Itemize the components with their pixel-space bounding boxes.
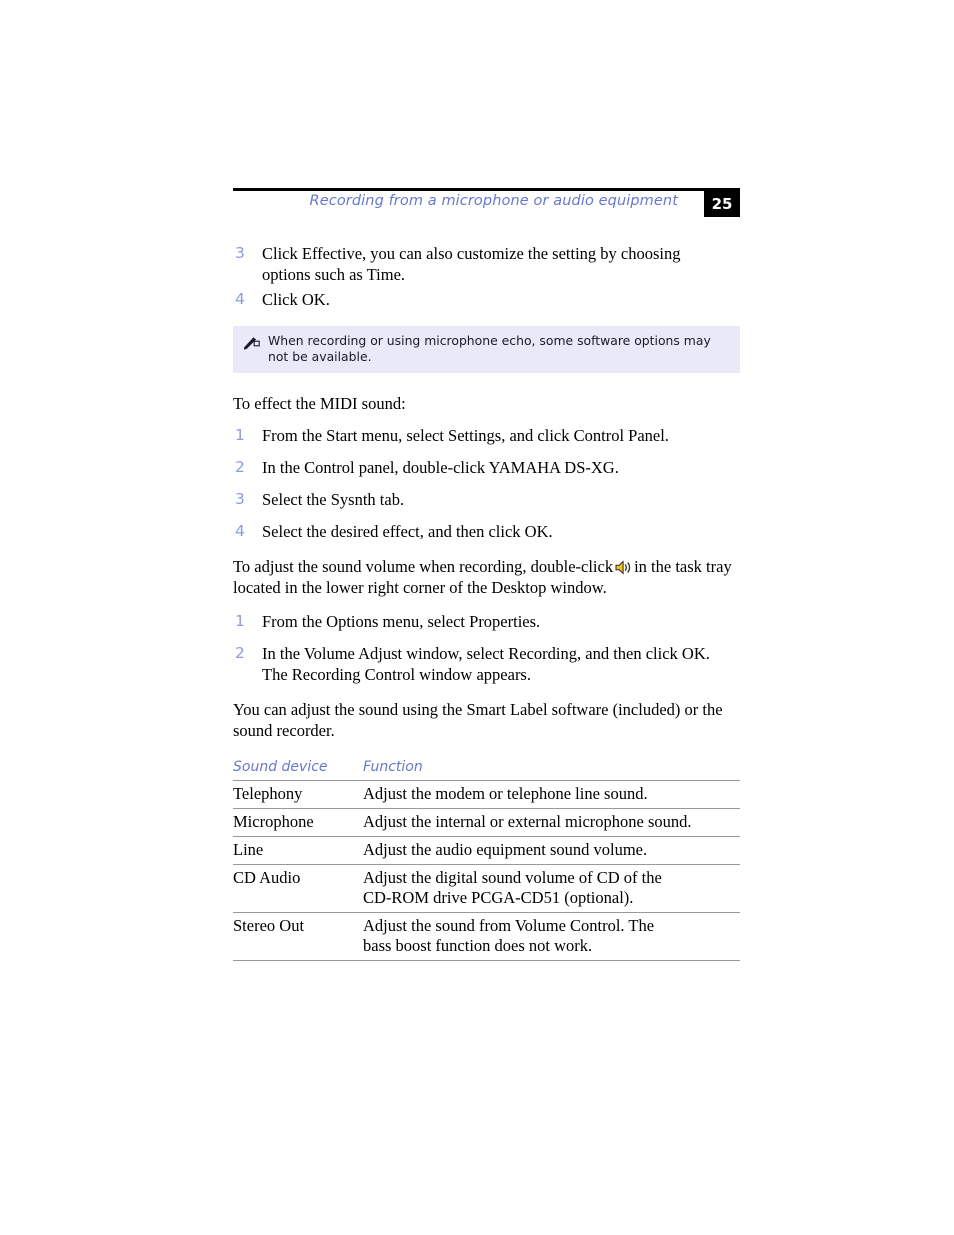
list-item: 3 Select the Sysnth tab. [233, 489, 740, 510]
step-text: From the Options menu, select Properties… [262, 612, 541, 631]
step-number: 4 [235, 522, 245, 540]
list-item: 4 Select the desired effect, and then cl… [233, 521, 740, 542]
list-item: 1 From the Options menu, select Properti… [233, 611, 740, 632]
step-number: 2 [235, 644, 245, 662]
document-page: Recording from a microphone or audio equ… [0, 0, 954, 1235]
cell-function: Adjust the internal or external micropho… [363, 808, 740, 837]
midi-steps: 1 From the Start menu, select Settings, … [233, 425, 740, 542]
cell-function: Adjust the modem or telephone line sound… [363, 780, 740, 809]
volume-intro-text-before: To adjust the sound volume when recordin… [233, 557, 614, 576]
table-row: Telephony Adjust the modem or telephone … [233, 780, 740, 809]
list-item: 2 In the Control panel, double-click YAM… [233, 457, 740, 478]
step-number: 2 [235, 458, 245, 476]
cell-function: Adjust the audio equipment sound volume. [363, 836, 740, 865]
cell-device: CD Audio [233, 864, 363, 913]
running-header: Recording from a microphone or audio equ… [233, 188, 740, 222]
table-row: Line Adjust the audio equipment sound vo… [233, 836, 740, 865]
step-number: 4 [235, 290, 245, 308]
cell-device: Line [233, 836, 363, 865]
step-number: 3 [235, 490, 245, 508]
speaker-volume-icon [615, 559, 632, 575]
note-text: When recording or using microphone echo,… [268, 333, 711, 364]
step-number: 1 [235, 612, 245, 630]
step-text: Select the desired effect, and then clic… [262, 522, 553, 541]
header-title: Recording from a microphone or audio equ… [309, 193, 678, 209]
list-item: 2 In the Volume Adjust window, select Re… [233, 643, 740, 685]
table-row: Microphone Adjust the internal or extern… [233, 808, 740, 837]
page-number: 25 [711, 195, 733, 213]
steps-continued: 3 Click Effective, you can also customiz… [233, 243, 740, 310]
volume-intro-paragraph: To adjust the sound volume when recordin… [233, 556, 738, 598]
column-header-sound-device: Sound device [233, 758, 363, 781]
note-pencil-icon [243, 335, 260, 350]
page-number-badge: 25 [704, 191, 740, 217]
step-text: Click OK. [262, 290, 330, 309]
list-item: 3 Click Effective, you can also customiz… [233, 243, 740, 285]
step-text: In the Control panel, double-click YAMAH… [262, 458, 619, 477]
table-row: CD Audio Adjust the digital sound volume… [233, 864, 740, 913]
cell-device: Telephony [233, 780, 363, 809]
step-number: 3 [235, 244, 245, 262]
step-text: Select the Sysnth tab. [262, 490, 405, 509]
table-row: Stereo Out Adjust the sound from Volume … [233, 912, 740, 961]
closing-paragraph: You can adjust the sound using the Smart… [233, 700, 723, 740]
list-item: 1 From the Start menu, select Settings, … [233, 425, 740, 446]
cell-device: Microphone [233, 808, 363, 837]
step-text: From the Start menu, select Settings, an… [262, 426, 669, 445]
sound-device-table: Sound device Function Telephony Adjust t… [233, 758, 740, 961]
table-header-row: Sound device Function [233, 758, 740, 781]
cell-function: Adjust the digital sound volume of CD of… [363, 864, 740, 913]
column-header-function: Function [363, 758, 740, 781]
step-text: Click Effective, you can also customize … [262, 244, 681, 284]
volume-steps: 1 From the Options menu, select Properti… [233, 611, 740, 685]
header-rule [233, 188, 740, 191]
step-text: In the Volume Adjust window, select Reco… [262, 644, 710, 684]
list-item: 4 Click OK. [233, 289, 740, 310]
step-number: 1 [235, 426, 245, 444]
cell-function: Adjust the sound from Volume Control. Th… [363, 912, 740, 961]
midi-lead-paragraph: To effect the MIDI sound: [233, 394, 406, 413]
page-content: 3 Click Effective, you can also customiz… [233, 243, 740, 961]
cell-device: Stereo Out [233, 912, 363, 961]
note-box: When recording or using microphone echo,… [233, 326, 740, 373]
